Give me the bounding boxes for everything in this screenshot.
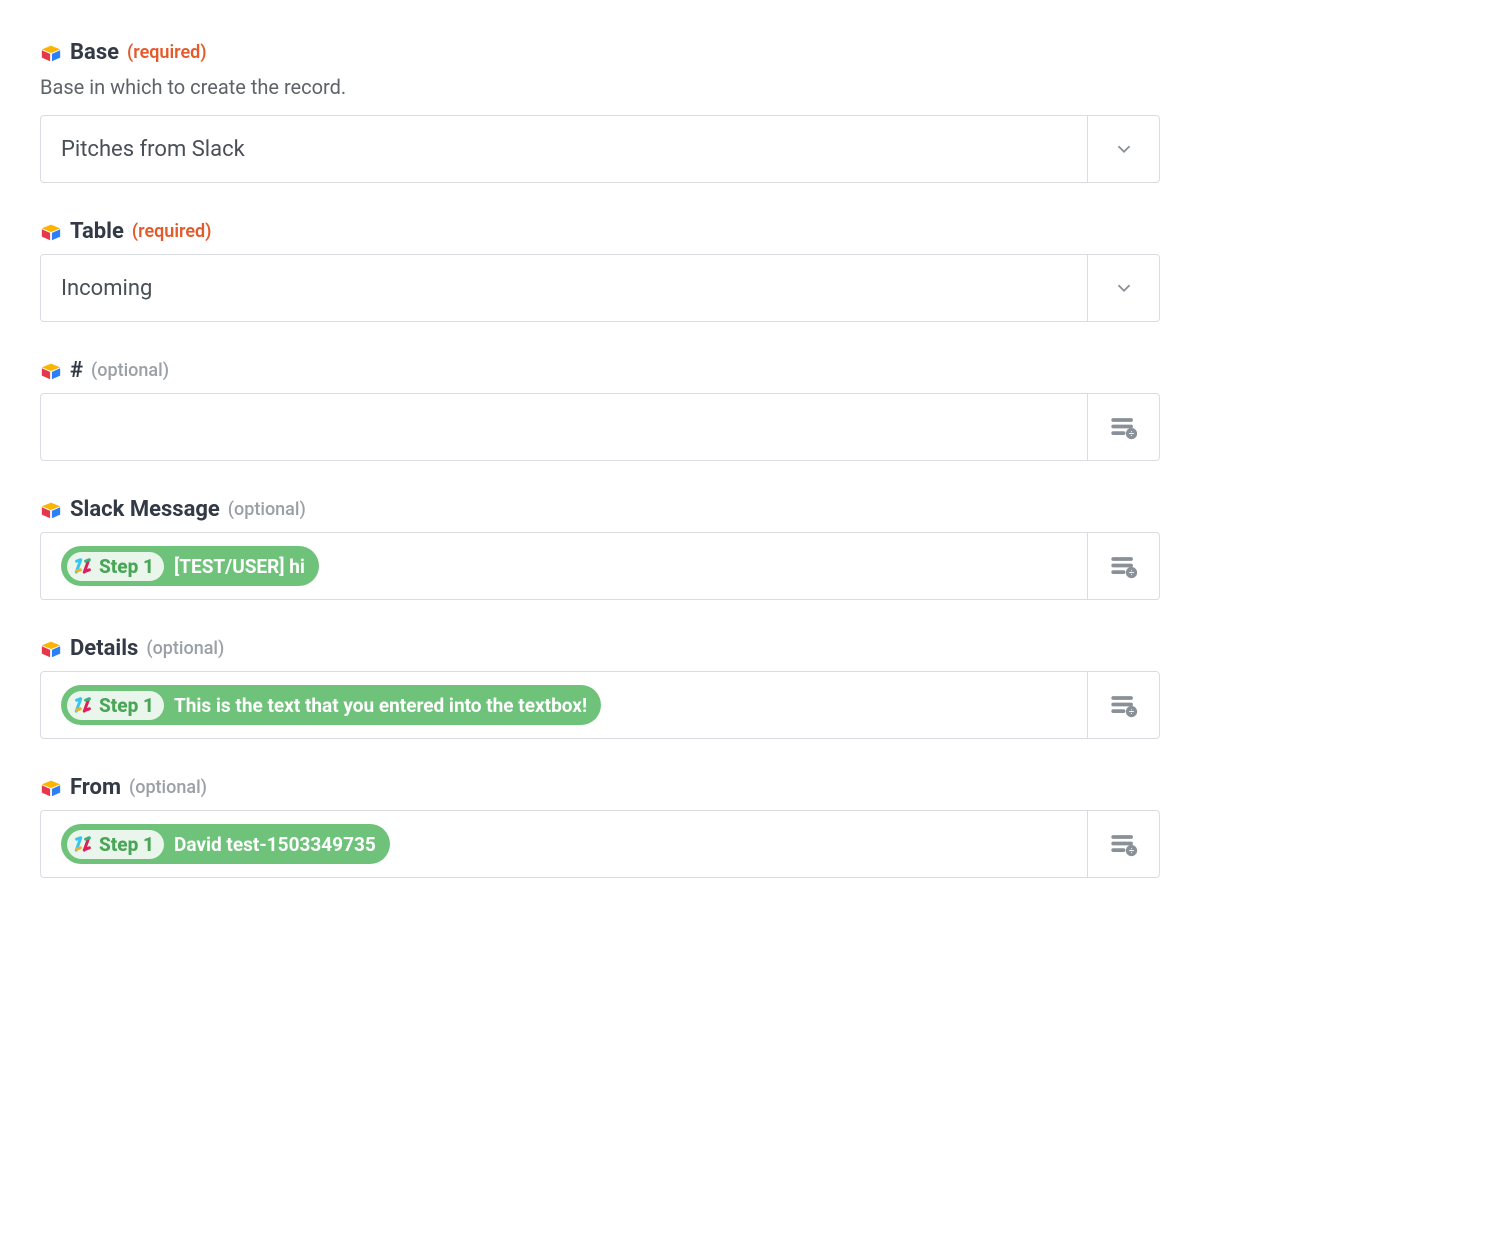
table-select[interactable]: Incoming [40, 254, 1160, 322]
pill-step-label: Step 1 [99, 555, 154, 578]
insert-data-icon[interactable] [1087, 672, 1159, 738]
pill-left: Step 1 [67, 830, 164, 859]
table-label: Table [70, 219, 124, 244]
number-label: # [70, 358, 83, 383]
pill-step-label: Step 1 [99, 694, 154, 717]
slack-icon [73, 695, 93, 715]
number-input-row[interactable] [40, 393, 1160, 461]
details-field-label-row: Details (optional) [40, 636, 1160, 661]
from-input[interactable]: Step 1 David test-1503349735 [41, 811, 1087, 877]
slack-message-field-label-row: Slack Message (optional) [40, 497, 1160, 522]
insert-data-icon[interactable] [1087, 811, 1159, 877]
pill-value: [TEST/USER] hi [174, 555, 305, 578]
slack-message-optional-tag: (optional) [228, 499, 306, 520]
pill-step-label: Step 1 [99, 833, 154, 856]
chevron-down-icon[interactable] [1087, 116, 1159, 182]
base-value: Pitches from Slack [61, 137, 245, 162]
from-field-label-row: From (optional) [40, 775, 1160, 800]
pill-left: Step 1 [67, 691, 164, 720]
details-optional-tag: (optional) [146, 638, 224, 659]
step-pill[interactable]: Step 1 [TEST/USER] hi [61, 546, 319, 586]
airtable-icon [40, 42, 62, 64]
base-required-tag: (required) [127, 42, 207, 63]
airtable-icon [40, 777, 62, 799]
table-value: Incoming [61, 276, 152, 301]
base-help-text: Base in which to create the record. [40, 75, 1160, 99]
form-container: Base (required) Base in which to create … [40, 40, 1160, 878]
base-field-label-row: Base (required) [40, 40, 1160, 65]
step-pill[interactable]: Step 1 This is the text that you entered… [61, 685, 601, 725]
base-label: Base [70, 40, 119, 65]
slack-message-input[interactable]: Step 1 [TEST/USER] hi [41, 533, 1087, 599]
pill-left: Step 1 [67, 552, 164, 581]
number-optional-tag: (optional) [91, 360, 169, 381]
table-field-label-row: Table (required) [40, 219, 1160, 244]
insert-data-icon[interactable] [1087, 394, 1159, 460]
airtable-icon [40, 360, 62, 382]
chevron-down-icon[interactable] [1087, 255, 1159, 321]
table-select-value-area[interactable]: Incoming [41, 255, 1087, 321]
airtable-icon [40, 221, 62, 243]
pill-value: This is the text that you entered into t… [174, 694, 587, 717]
airtable-icon [40, 638, 62, 660]
from-input-row[interactable]: Step 1 David test-1503349735 [40, 810, 1160, 878]
from-optional-tag: (optional) [129, 777, 207, 798]
pill-value: David test-1503349735 [174, 833, 376, 856]
slack-message-label: Slack Message [70, 497, 220, 522]
table-required-tag: (required) [132, 221, 212, 242]
from-label: From [70, 775, 121, 800]
step-pill[interactable]: Step 1 David test-1503349735 [61, 824, 390, 864]
airtable-icon [40, 499, 62, 521]
number-field-label-row: # (optional) [40, 358, 1160, 383]
base-select[interactable]: Pitches from Slack [40, 115, 1160, 183]
number-input[interactable] [41, 394, 1087, 460]
base-select-value-area[interactable]: Pitches from Slack [41, 116, 1087, 182]
slack-icon [73, 834, 93, 854]
details-label: Details [70, 636, 138, 661]
slack-message-input-row[interactable]: Step 1 [TEST/USER] hi [40, 532, 1160, 600]
slack-icon [73, 556, 93, 576]
details-input-row[interactable]: Step 1 This is the text that you entered… [40, 671, 1160, 739]
insert-data-icon[interactable] [1087, 533, 1159, 599]
details-input[interactable]: Step 1 This is the text that you entered… [41, 672, 1087, 738]
